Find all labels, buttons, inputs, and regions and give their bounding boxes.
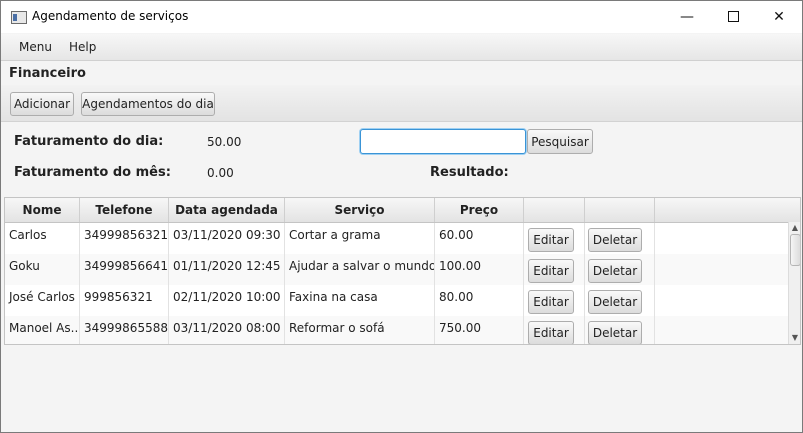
delete-button[interactable]: Deletar [588,259,642,283]
close-button[interactable]: ✕ [756,1,802,33]
edit-button[interactable]: Editar [528,290,574,314]
search-input[interactable] [360,129,526,154]
menu-bar: Menu Help [1,34,802,61]
cell-servico: Reformar o sofá [285,316,435,344]
edit-button[interactable]: Editar [528,259,574,283]
cell-edit: Editar [524,316,585,344]
cell-delete: Deletar [585,223,655,254]
delete-button[interactable]: Deletar [588,290,642,314]
edit-button[interactable]: Editar [528,228,574,252]
scroll-up-icon[interactable]: ▲ [790,223,800,233]
cell-nome: Goku [5,254,80,285]
cell-edit: Editar [524,285,585,316]
scroll-thumb[interactable] [790,234,800,266]
day-revenue-label: Faturamento do dia: [14,134,164,149]
cell-telefone: 34999856321 [80,223,169,254]
delete-button[interactable]: Deletar [588,228,642,252]
column-header-servico[interactable]: Serviço [285,198,435,222]
maximize-button[interactable] [710,1,756,33]
maximize-icon [727,10,739,22]
menu-item-help[interactable]: Help [69,40,96,54]
window-title: Agendamento de serviços [32,9,189,23]
result-label: Resultado: [430,165,509,180]
schedules-table: Nome Telefone Data agendada Serviço Preç… [4,197,801,345]
column-header-nome[interactable]: Nome [5,198,80,222]
scroll-down-icon[interactable]: ▼ [790,333,800,343]
month-revenue-value: 0.00 [207,166,234,180]
edit-button[interactable]: Editar [528,321,574,344]
title-bar[interactable]: Agendamento de serviços — ✕ [1,1,802,33]
toolbar: Adicionar Agendamentos do dia [1,85,802,122]
search-button[interactable]: Pesquisar [527,129,593,154]
cell-edit: Editar [524,254,585,285]
column-header-preco[interactable]: Preço [435,198,524,222]
table-row[interactable]: Manoel As... 34999865588 03/11/2020 08:0… [5,316,790,344]
cell-data: 03/11/2020 09:30 [169,223,285,254]
column-header-edit[interactable] [524,198,585,222]
cell-nome: Carlos [5,223,80,254]
cell-delete: Deletar [585,254,655,285]
add-button[interactable]: Adicionar [10,92,74,116]
column-header-data[interactable]: Data agendada [169,198,285,222]
cell-preco: 100.00 [435,254,524,285]
vertical-scrollbar[interactable]: ▲ ▼ [788,222,800,344]
section-title: Financeiro [9,66,86,81]
minimize-button[interactable]: — [664,1,710,33]
cell-preco: 80.00 [435,285,524,316]
day-revenue-value: 50.00 [207,135,242,149]
cell-servico: Cortar a grama [285,223,435,254]
column-header-telefone[interactable]: Telefone [80,198,169,222]
cell-data: 02/11/2020 10:00 [169,285,285,316]
table-row[interactable]: Carlos 34999856321 03/11/2020 09:30 Cort… [5,223,790,254]
cell-preco: 60.00 [435,223,524,254]
day-schedules-button[interactable]: Agendamentos do dia [81,92,215,116]
cell-telefone: 999856321 [80,285,169,316]
close-icon: ✕ [773,9,785,25]
column-header-delete[interactable] [585,198,655,222]
cell-telefone: 34999856641 [80,254,169,285]
table-row[interactable]: Goku 34999856641 01/11/2020 12:45 Ajudar… [5,254,790,285]
cell-nome: José Carlos [5,285,80,316]
cell-edit: Editar [524,223,585,254]
app-window: Agendamento de serviços — ✕ Menu Help Fi… [0,0,803,433]
cell-data: 01/11/2020 12:45 [169,254,285,285]
cell-servico: Ajudar a salvar o mundo [285,254,435,285]
cell-telefone: 34999865588 [80,316,169,344]
cell-preco: 750.00 [435,316,524,344]
cell-delete: Deletar [585,316,655,344]
menu-item-menu[interactable]: Menu [19,40,52,54]
app-window-icon [11,11,27,24]
table-row[interactable]: José Carlos 999856321 02/11/2020 10:00 F… [5,285,790,316]
cell-delete: Deletar [585,285,655,316]
table-header: Nome Telefone Data agendada Serviço Preç… [5,198,800,223]
cell-data: 03/11/2020 08:00 [169,316,285,344]
month-revenue-label: Faturamento do mês: [14,165,171,180]
minimize-icon: — [680,9,694,25]
cell-nome: Manoel As... [5,316,80,344]
delete-button[interactable]: Deletar [588,321,642,344]
cell-servico: Faxina na casa [285,285,435,316]
